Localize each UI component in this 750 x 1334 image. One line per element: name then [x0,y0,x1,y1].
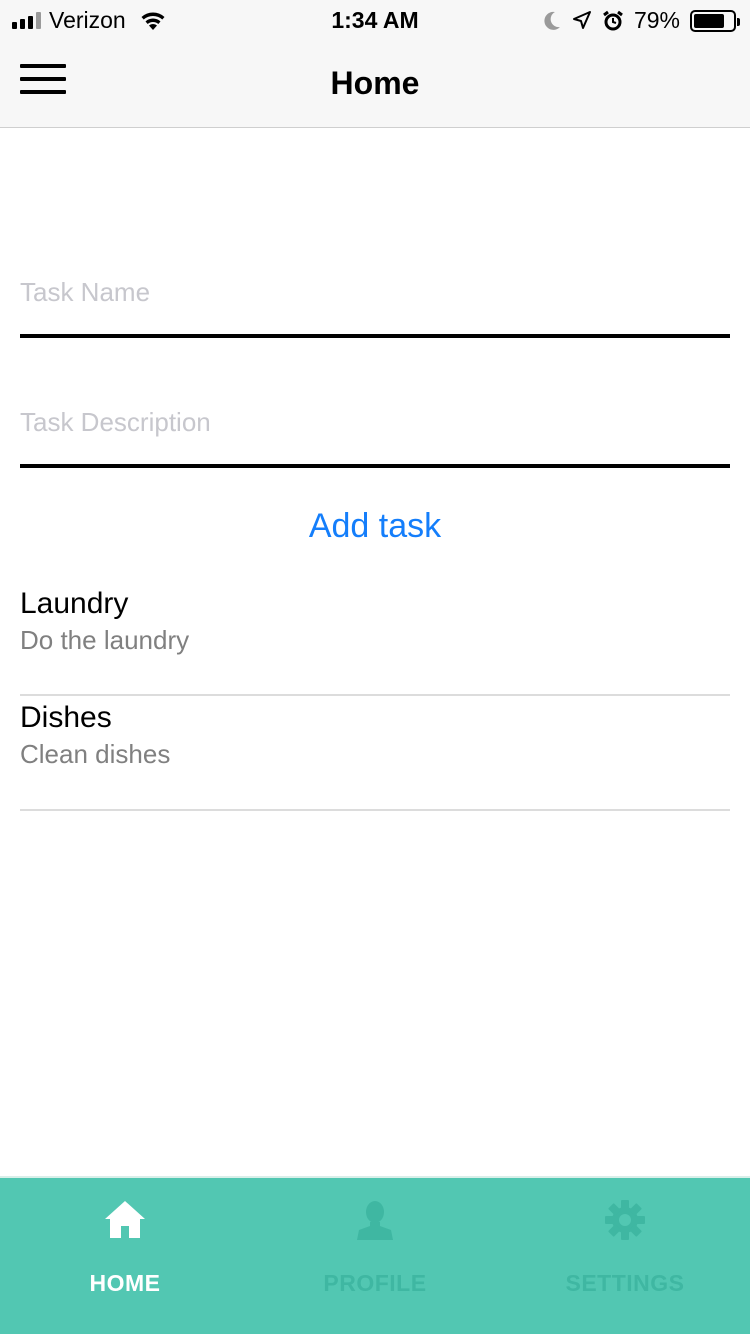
status-right: 79% [542,7,740,34]
status-bar: Verizon 1:34 AM 79% [0,0,750,40]
page-title: Home [330,65,420,101]
tab-settings-label: SETTINGS [565,1270,685,1296]
task-name-field [20,272,730,338]
user-icon [357,1201,393,1240]
battery-icon [690,9,740,32]
tab-profile[interactable]: PROFILE [250,1178,500,1334]
list-item[interactable]: Dishes Clean dishes [20,696,730,811]
tab-bar: HOME PROFILE SETTINGS [0,1176,750,1334]
moon-icon [544,11,560,30]
gear-icon [605,1200,645,1240]
task-name-input[interactable] [20,272,730,312]
list-item[interactable]: Laundry Do the laundry [20,582,730,696]
task-description-underline [20,464,730,468]
tab-home-label: HOME [89,1270,161,1296]
location-arrow-icon [572,10,591,29]
task-list: Laundry Do the laundry Dishes Clean dish… [20,582,730,811]
add-task-button[interactable]: Add task [0,506,750,546]
task-name-underline [20,334,730,338]
tab-settings[interactable]: SETTINGS [500,1178,750,1334]
battery-percent: 79% [633,7,680,33]
task-title: Laundry [20,587,129,620]
task-description-field [20,402,730,468]
nav-header: Home [0,40,750,128]
task-description-input[interactable] [20,402,730,442]
task-description: Do the laundry [20,625,190,655]
task-title: Dishes [20,701,112,734]
home-icon [105,1201,145,1238]
alarm-icon [603,10,623,30]
task-description: Clean dishes [20,739,171,769]
tab-profile-label: PROFILE [323,1270,427,1296]
tab-home[interactable]: HOME [0,1178,250,1334]
